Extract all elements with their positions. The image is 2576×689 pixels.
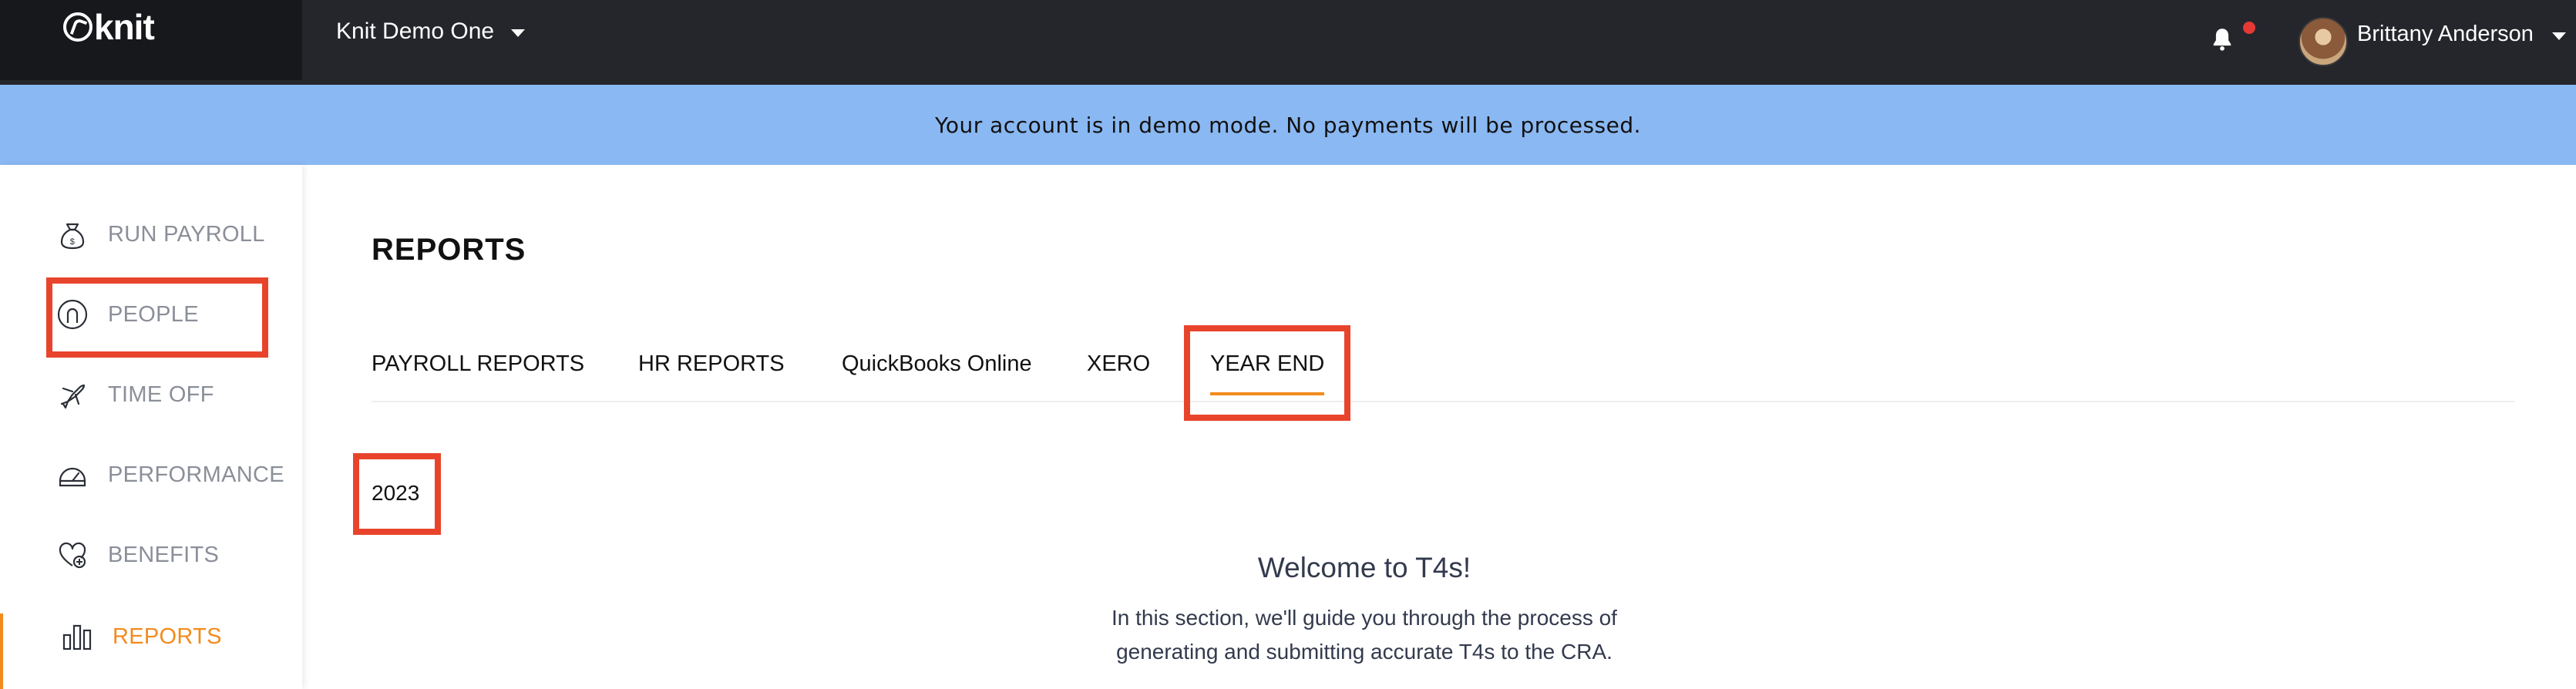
banner-text: Your account is in demo mode. No payment… <box>934 112 1642 138</box>
sidebar-item-performance[interactable]: PERFORMANCE <box>55 458 284 492</box>
tab-payroll-reports[interactable]: PAYROLL REPORTS <box>372 351 584 377</box>
svg-text:$: $ <box>70 237 75 247</box>
intro-line-1: In this section, we'll guide you through… <box>1111 606 1617 630</box>
avatar <box>2299 17 2348 66</box>
sidebar-item-label: RUN PAYROLL <box>108 221 265 247</box>
gauge-icon <box>59 467 86 487</box>
sidebar-item-run-payroll[interactable]: $ RUN PAYROLL <box>55 217 265 251</box>
intro-line-2: generating and submitting accurate T4s t… <box>1116 640 1613 664</box>
sidebar-item-label: BENEFITS <box>108 542 220 567</box>
logo-block: knit <box>0 0 302 80</box>
welcome-description: In this section, we'll guide you through… <box>1064 601 1665 669</box>
company-switcher[interactable]: Knit Demo One <box>336 18 526 45</box>
chevron-down-icon <box>2551 32 2566 40</box>
tabs-divider <box>372 401 2514 402</box>
sidebar-item-label: PERFORMANCE <box>108 462 284 487</box>
airplane-icon <box>60 384 86 409</box>
page-title: REPORTS <box>372 233 526 267</box>
active-indicator <box>0 613 3 689</box>
tab-xero[interactable]: XERO <box>1087 351 1150 377</box>
chevron-down-icon <box>511 29 526 37</box>
bell-icon[interactable] <box>2211 26 2234 52</box>
money-bag-icon: $ <box>60 223 85 250</box>
welcome-title: Welcome to T4s! <box>1257 552 1471 583</box>
sidebar-item-benefits[interactable]: BENEFITS <box>55 538 219 572</box>
tab-hr-reports[interactable]: HR REPORTS <box>638 351 785 377</box>
highlight-box-year <box>353 453 441 535</box>
heart-plus-icon <box>59 542 86 569</box>
notification-dot <box>2243 22 2255 34</box>
sidebar-item-time-off[interactable]: TIME OFF <box>55 378 214 412</box>
sidebar: $ RUN PAYROLL PEOPLE TIME OFF PERFORMANC… <box>0 165 302 689</box>
top-bar: knit Knit Demo One Brittany Anderson <box>0 0 2576 85</box>
knit-logo[interactable]: knit <box>63 7 155 47</box>
company-name: Knit Demo One <box>336 18 495 44</box>
sidebar-item-label: REPORTS <box>113 623 222 649</box>
bar-chart-icon <box>62 624 92 650</box>
logo-mark-icon <box>63 12 92 42</box>
demo-mode-banner: Your account is in demo mode. No payment… <box>0 85 2576 165</box>
highlight-box-people <box>46 277 268 358</box>
logo-text: knit <box>94 7 155 47</box>
sidebar-item-reports[interactable]: REPORTS <box>60 620 222 654</box>
user-menu[interactable]: Brittany Anderson <box>2299 17 2566 66</box>
highlight-box-year-end <box>1184 325 1350 421</box>
tab-quickbooks-online[interactable]: QuickBooks Online <box>842 351 1032 377</box>
sidebar-item-label: TIME OFF <box>108 381 214 407</box>
user-name: Brittany Anderson <box>2357 21 2534 46</box>
